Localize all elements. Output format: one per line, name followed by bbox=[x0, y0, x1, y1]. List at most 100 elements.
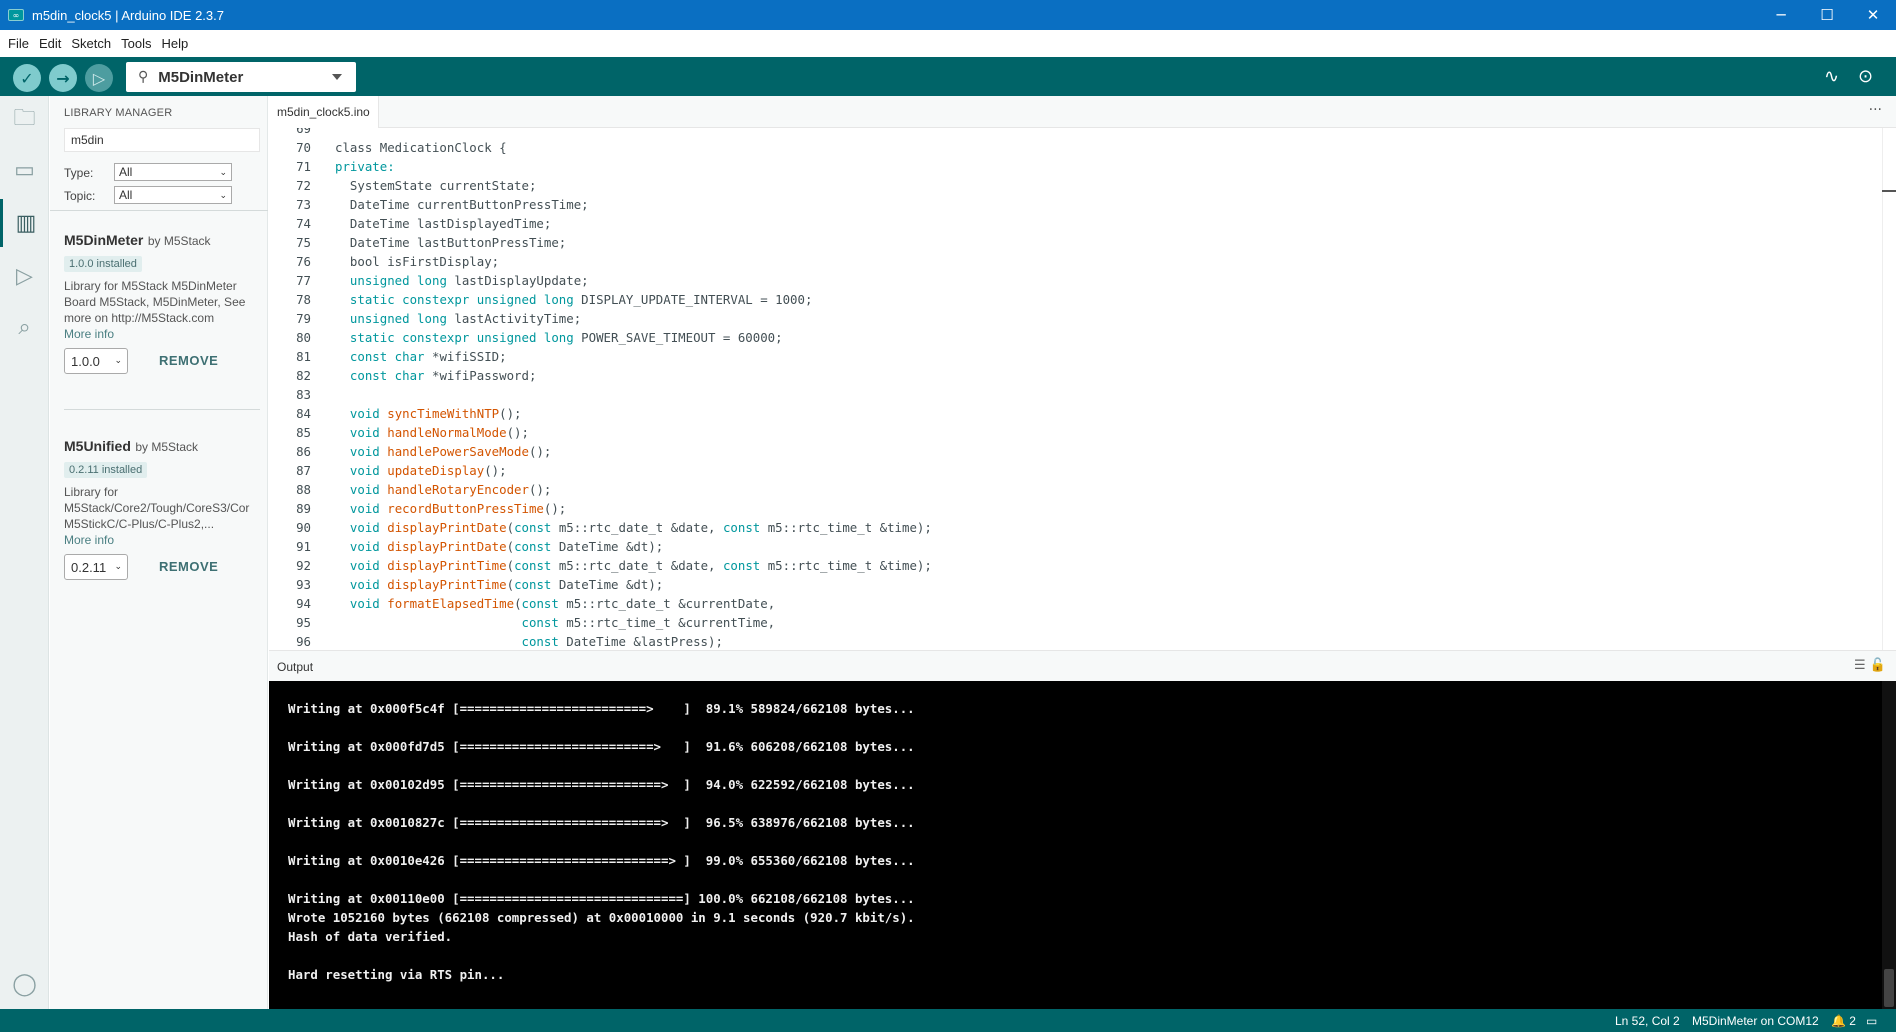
version-select[interactable]: 0.2.11 ⌄ bbox=[64, 554, 128, 580]
board-selector[interactable]: ⚲ M5DinMeter bbox=[126, 62, 356, 92]
version-select[interactable]: 1.0.0 ⌄ bbox=[64, 348, 128, 374]
output-title: Output bbox=[277, 660, 314, 674]
code-function: syncTimeWithNTP bbox=[387, 406, 500, 421]
debug-icon: ▷ bbox=[92, 68, 106, 88]
line-number: 80 bbox=[296, 330, 311, 345]
code-keyword: void bbox=[349, 596, 380, 611]
code-text: ( bbox=[506, 577, 515, 592]
more-info-link[interactable]: More info bbox=[64, 532, 264, 548]
line-number: 81 bbox=[296, 349, 311, 364]
upload-button[interactable]: → bbox=[49, 64, 77, 92]
code-line: 84 void syncTimeWithNTP(); bbox=[269, 404, 1869, 423]
line-number: 82 bbox=[296, 368, 311, 383]
editor-scrollbar[interactable] bbox=[1882, 128, 1896, 650]
code-keyword: unsigned long bbox=[349, 311, 447, 326]
code-text: (); bbox=[528, 444, 552, 459]
usb-icon: ⚲ bbox=[138, 69, 149, 85]
code-line: 88 void handleRotaryEncoder(); bbox=[269, 480, 1869, 499]
code-text: ( bbox=[506, 558, 515, 573]
code-function: handleRotaryEncoder bbox=[387, 482, 529, 497]
remove-button[interactable]: REMOVE bbox=[159, 559, 218, 574]
code-text: m5::rtc_time_t &time); bbox=[760, 558, 932, 573]
line-number: 71 bbox=[296, 159, 311, 174]
output-line: Writing at 0x000f5c4f [=================… bbox=[288, 701, 915, 716]
menu-tools[interactable]: Tools bbox=[116, 36, 156, 51]
more-actions-icon[interactable]: ··· bbox=[1869, 102, 1882, 118]
maximize-button[interactable]: ☐ bbox=[1804, 0, 1850, 30]
menu-edit[interactable]: Edit bbox=[34, 36, 66, 51]
code-line: 95 const m5::rtc_time_t &currentTime, bbox=[269, 613, 1869, 632]
code-keyword: void bbox=[349, 444, 380, 459]
serial-monitor-icon[interactable]: ⊙ bbox=[1858, 66, 1873, 87]
menu-file[interactable]: File bbox=[3, 36, 34, 51]
code-text: DateTime lastButtonPressTime; bbox=[335, 235, 567, 250]
library-author: by M5Stack bbox=[147, 234, 211, 248]
remove-button[interactable]: REMOVE bbox=[159, 353, 218, 368]
code-text: class MedicationClock { bbox=[335, 140, 507, 155]
library-search-input[interactable] bbox=[64, 128, 260, 152]
code-keyword: private: bbox=[335, 159, 395, 174]
type-filter-select[interactable]: All ⌄ bbox=[114, 163, 232, 181]
output-line: Writing at 0x000fd7d5 [=================… bbox=[288, 739, 915, 754]
code-keyword: static constexpr unsigned long bbox=[349, 330, 574, 345]
library-description: Library for M5Stack/Core2/Tough/CoreS3/C… bbox=[64, 485, 250, 531]
verify-button[interactable]: ✓ bbox=[13, 64, 41, 92]
code-editor[interactable]: 69 70 class MedicationClock {71 private: 72… bbox=[269, 128, 1896, 650]
panel-title: LIBRARY MANAGER bbox=[64, 107, 173, 119]
output-toolbar-icons[interactable]: ☰ 🔓 bbox=[1854, 658, 1886, 673]
code-text: lastDisplayUpdate; bbox=[446, 273, 589, 288]
code-function: displayPrintTime bbox=[387, 558, 507, 573]
output-scrollbar[interactable] bbox=[1882, 681, 1896, 1009]
notifications-count[interactable]: 🔔 2 bbox=[1831, 1014, 1856, 1028]
board-port-status[interactable]: M5DinMeter on COM12 bbox=[1692, 1014, 1819, 1028]
code-keyword: void bbox=[349, 539, 380, 554]
sketchbook-icon[interactable]: 🗀 bbox=[0, 96, 49, 144]
code-keyword: unsigned long bbox=[349, 273, 447, 288]
scroll-marker bbox=[1882, 190, 1896, 192]
debug-icon[interactable]: ▷ bbox=[0, 252, 49, 300]
code-text: DateTime currentButtonPressTime; bbox=[335, 197, 589, 212]
code-keyword: const bbox=[521, 615, 559, 630]
debug-button[interactable]: ▷ bbox=[85, 64, 113, 92]
account-icon[interactable]: ◯ bbox=[0, 960, 49, 1008]
chevron-down-icon: ⌄ bbox=[114, 562, 122, 572]
code-keyword: void bbox=[349, 406, 380, 421]
more-info-link[interactable]: More info bbox=[64, 326, 264, 342]
cursor-position[interactable]: Ln 52, Col 2 bbox=[1615, 1014, 1680, 1028]
code-function: handleNormalMode bbox=[387, 425, 507, 440]
tab-m5din-clock5[interactable]: m5din_clock5.ino bbox=[269, 96, 379, 128]
library-name: M5Unified bbox=[64, 438, 131, 454]
boards-manager-icon[interactable]: ▭ bbox=[0, 146, 49, 194]
code-text: bool isFirstDisplay; bbox=[335, 254, 500, 269]
menu-sketch[interactable]: Sketch bbox=[66, 36, 116, 51]
minimize-button[interactable]: ─ bbox=[1758, 0, 1804, 30]
search-icon[interactable]: ⌕ bbox=[0, 303, 49, 351]
code-function: updateDisplay bbox=[387, 463, 485, 478]
serial-plotter-icon[interactable]: ∿ bbox=[1824, 66, 1839, 87]
topic-filter-select[interactable]: All ⌄ bbox=[114, 186, 232, 204]
code-keyword: const char bbox=[349, 349, 425, 364]
close-button[interactable]: ✕ bbox=[1850, 0, 1896, 30]
code-line: 82 const char *wifiPassword; bbox=[269, 366, 1869, 385]
panel-toggle-icon[interactable]: ▭ bbox=[1866, 1014, 1877, 1028]
code-text: m5::rtc_date_t &date, bbox=[551, 558, 723, 573]
output-line: Wrote 1052160 bytes (662108 compressed) … bbox=[288, 910, 915, 925]
scroll-thumb[interactable] bbox=[1884, 969, 1894, 1007]
line-number: 93 bbox=[296, 577, 311, 592]
code-keyword: const bbox=[514, 558, 552, 573]
library-manager-icon[interactable]: ▥ bbox=[0, 199, 49, 247]
line-number: 70 bbox=[296, 140, 311, 155]
menu-help[interactable]: Help bbox=[156, 36, 193, 51]
window-title: m5din_clock5 | Arduino IDE 2.3.7 bbox=[32, 7, 224, 23]
chevron-down-icon: ⌄ bbox=[219, 191, 227, 201]
code-line: 86 void handlePowerSaveMode(); bbox=[269, 442, 1869, 461]
code-text: POWER_SAVE_TIMEOUT = 60000; bbox=[573, 330, 783, 345]
code-function: displayPrintTime bbox=[387, 577, 507, 592]
library-card: M5Unified by M5Stack 0.2.11 installed Li… bbox=[64, 438, 264, 580]
code-text: m5::rtc_date_t &date, bbox=[551, 520, 723, 535]
